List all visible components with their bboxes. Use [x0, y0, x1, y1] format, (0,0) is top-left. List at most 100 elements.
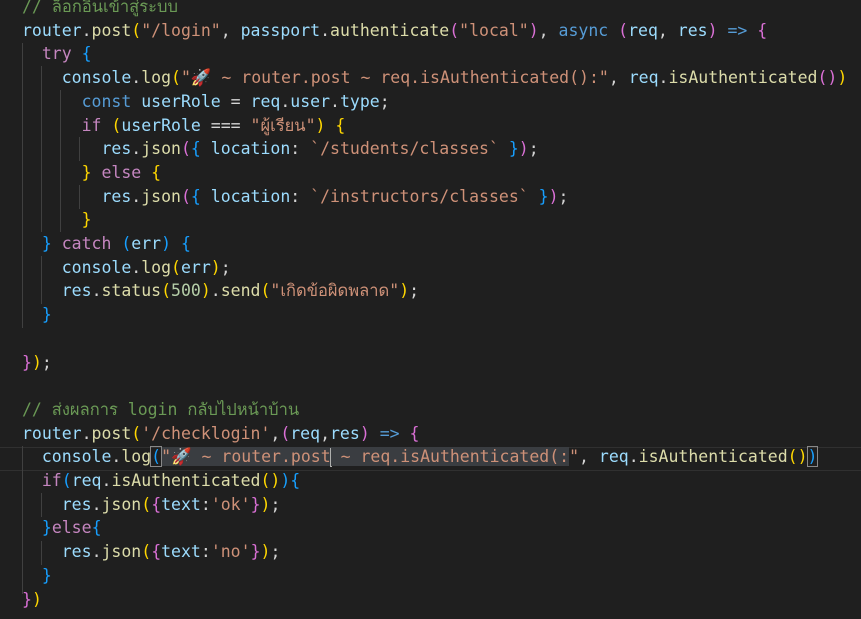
variable: res: [61, 542, 92, 562]
bracket: }: [41, 565, 52, 585]
bracket: (: [131, 20, 142, 40]
bracket: ): [707, 20, 718, 40]
string: 'ok': [210, 494, 251, 514]
code-line[interactable]: router.post('/checklogin',(req,res) => {: [22, 422, 419, 446]
bracket: ): [200, 281, 211, 301]
bracket: }: [250, 494, 261, 514]
punctuation: [22, 92, 82, 111]
code-line[interactable]: }: [22, 303, 52, 327]
punctuation: ,: [579, 447, 599, 467]
punctuation: [22, 187, 101, 206]
code-editor[interactable]: // ล็อกอินเข้าสู่ระบบ router.post("/login…: [0, 0, 861, 619]
code-line[interactable]: }): [22, 588, 42, 612]
punctuation: ;: [409, 281, 420, 301]
code-line[interactable]: console.log("🚀 ~ router.post ~ req.isAut…: [22, 66, 848, 90]
string: "🚀 ~ router.post ~ req.isAuthenticated()…: [180, 68, 609, 88]
bracket: (): [817, 68, 838, 88]
bracket: }: [81, 210, 92, 230]
punctuation: .: [81, 423, 92, 443]
bracket: (: [121, 234, 132, 253]
variable: console: [61, 68, 132, 88]
bracket: ): [280, 471, 291, 490]
punctuation: :: [290, 139, 311, 159]
code-line[interactable]: }: [22, 564, 52, 588]
code-line[interactable]: }: [22, 208, 92, 232]
variable: req: [71, 471, 102, 490]
punctuation: .: [131, 257, 142, 277]
bracket: {: [290, 471, 301, 490]
code-line[interactable]: } else {: [22, 161, 162, 185]
bracket: }: [538, 186, 549, 206]
code-line[interactable]: if(req.isAuthenticated()){: [22, 469, 300, 493]
bracket: {: [151, 162, 162, 182]
punctuation: .: [91, 281, 102, 301]
function-name: authenticate: [330, 20, 450, 40]
punctuation: [22, 471, 42, 490]
string: `/students/classes`: [310, 139, 499, 159]
bracket: {: [757, 20, 768, 40]
control-keyword: if: [81, 115, 102, 135]
bracket: ): [837, 68, 848, 88]
bracket: ): [548, 186, 559, 206]
code-line[interactable]: try {: [22, 42, 92, 66]
code-line[interactable]: const userRole = req.user.type;: [22, 90, 390, 114]
punctuation: :: [200, 542, 211, 562]
punctuation: .: [91, 542, 102, 562]
function-name: status: [101, 281, 162, 301]
punctuation: ;: [220, 257, 231, 277]
code-line[interactable]: res.status(500).send("เกิดข้อผิดพลาด");: [22, 279, 419, 303]
variable: res: [330, 423, 360, 443]
bracket: }: [22, 589, 32, 609]
code-line[interactable]: });: [22, 351, 52, 375]
function-name: log: [121, 447, 152, 467]
punctuation: ,: [608, 68, 629, 88]
bracket: }: [508, 139, 519, 159]
string: "เกิดข้อผิดพลาด": [270, 281, 400, 301]
punctuation: .: [131, 139, 142, 159]
punctuation: [499, 139, 509, 158]
punctuation: [22, 68, 62, 87]
code-line[interactable]: router.post("/login", passport.authentic…: [22, 19, 767, 43]
function-name: post: [91, 423, 132, 443]
punctuation: .: [101, 471, 112, 490]
bracket: (: [280, 423, 291, 443]
keyword: const: [81, 91, 132, 111]
code-line[interactable]: } catch (err) {: [22, 232, 191, 256]
punctuation: [201, 139, 211, 158]
code-line[interactable]: res.json({ location: `/students/classes`…: [22, 137, 538, 161]
code-line[interactable]: // ล็อกอินเข้าสู่ระบบ: [22, 0, 178, 19]
variable: err: [180, 257, 211, 277]
punctuation: [101, 116, 111, 135]
bracket: ): [260, 542, 271, 562]
punctuation: [141, 163, 151, 182]
function-name: isAuthenticated: [668, 68, 818, 88]
punctuation: [52, 234, 62, 253]
variable: res: [61, 494, 92, 514]
punctuation: [22, 542, 62, 561]
bracket: ): [315, 115, 326, 135]
code-line[interactable]: res.json({text:'no'});: [22, 540, 281, 564]
matched-bracket: (: [150, 446, 163, 468]
code-line[interactable]: res.json({text:'ok'});: [22, 493, 281, 517]
bracket: ): [399, 281, 410, 301]
punctuation: [22, 163, 82, 182]
code-line[interactable]: res.json({ location: `/instructors/class…: [22, 185, 568, 209]
function-name: json: [141, 186, 181, 206]
bracket: (: [171, 68, 181, 88]
code-line[interactable]: if (userRole === "ผู้เรียน") {: [22, 114, 346, 138]
code-line[interactable]: console.log("🚀 ~ router.post ~ req.isAut…: [22, 445, 819, 469]
code-line[interactable]: }else{: [22, 516, 102, 540]
code-line[interactable]: // ส่งผลการ login กลับไปหน้าบ้าน: [22, 398, 299, 422]
punctuation: .: [91, 494, 102, 514]
variable: text: [161, 494, 201, 514]
punctuation: ;: [270, 494, 281, 514]
code-line[interactable]: console.log(err);: [22, 256, 231, 280]
variable: location: [210, 186, 291, 206]
punctuation: ,: [220, 20, 241, 40]
string: `/instructors/classes`: [310, 186, 529, 206]
bracket: {: [151, 494, 162, 514]
bracket: }: [250, 542, 261, 562]
string: "local": [459, 20, 529, 40]
punctuation: [22, 210, 82, 229]
punctuation: [400, 424, 410, 443]
